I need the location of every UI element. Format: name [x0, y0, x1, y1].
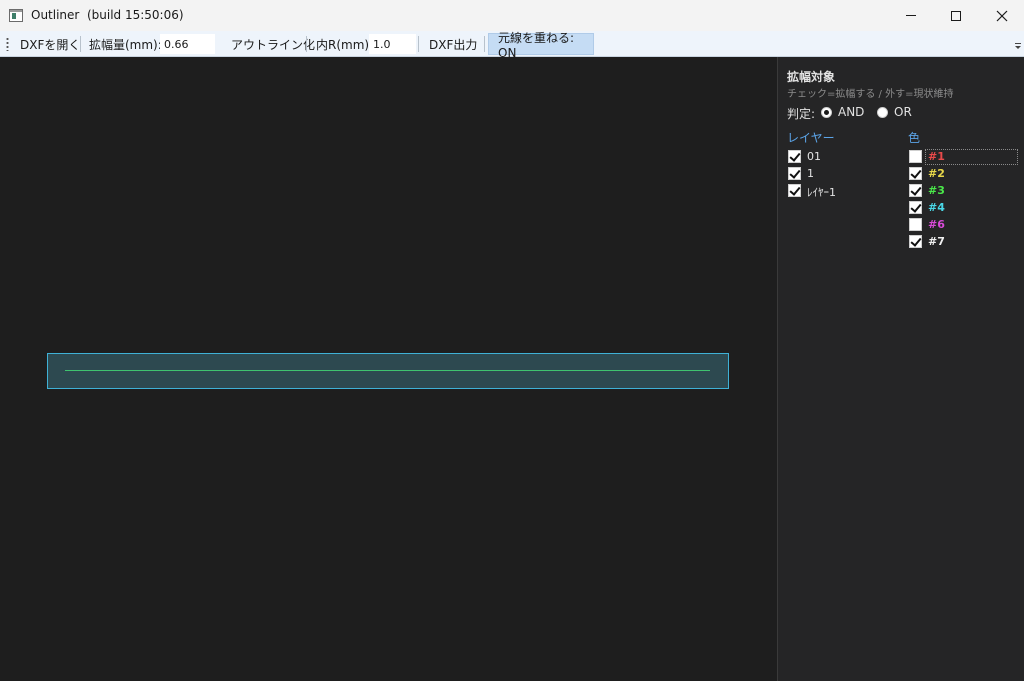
layer-checkbox-01[interactable] [788, 150, 801, 163]
drawing-canvas[interactable] [0, 57, 777, 681]
color-checkbox-7[interactable] [909, 235, 922, 248]
radio-and[interactable] [821, 107, 832, 118]
color-label-2[interactable]: #2 [928, 167, 945, 180]
color-checkbox-1[interactable] [909, 150, 922, 163]
close-button[interactable] [979, 0, 1024, 31]
judge-label: 判定: [787, 107, 816, 121]
inner-radius-input[interactable]: 1.0 [369, 34, 416, 54]
toolbar: DXFを開く 拡幅量(mm): 0.66 アウトライン化 内R(mm): 1.0… [0, 31, 1024, 60]
color-label-3[interactable]: #3 [928, 184, 945, 197]
panel-subtitle: チェック=拡幅する / 外す=現状維持 [787, 89, 954, 100]
layer-checkbox-layer1[interactable] [788, 184, 801, 197]
original-line[interactable] [65, 370, 710, 371]
expand-amount-input[interactable]: 0.66 [160, 34, 215, 54]
toolbar-separator [418, 36, 419, 52]
toolbar-grip[interactable] [6, 37, 9, 51]
open-dxf-button[interactable]: DXFを開く [20, 31, 80, 57]
color-label-7[interactable]: #7 [928, 235, 945, 248]
expand-amount-label: 拡幅量(mm): [89, 37, 162, 52]
color-label-6[interactable]: #6 [928, 218, 945, 231]
expand-target-panel: 拡幅対象 チェック=拡幅する / 外す=現状維持 判定: AND OR レイヤー… [777, 57, 1024, 681]
close-icon [996, 10, 1008, 21]
minimize-button[interactable] [888, 0, 934, 31]
title-bar: Outliner (build 15:50:06) [0, 0, 1024, 31]
layer-label-1[interactable]: 1 [807, 167, 814, 180]
radio-and-label[interactable]: AND [838, 105, 864, 119]
window-title: Outliner (build 15:50:06) [31, 8, 184, 22]
radio-or-label[interactable]: OR [894, 105, 912, 119]
maximize-icon [951, 10, 961, 21]
color-checkbox-6[interactable] [909, 218, 922, 231]
layer-label-layer1[interactable]: ﾚｲﾔｰ1 [807, 184, 836, 200]
outline-button[interactable]: アウトライン化 [231, 31, 315, 57]
color-label-4[interactable]: #4 [928, 201, 945, 214]
outline-shape[interactable] [47, 353, 729, 389]
maximize-button[interactable] [933, 0, 979, 31]
app-icon [9, 9, 23, 22]
inner-radius-label: 内R(mm): [316, 37, 374, 52]
radio-or[interactable] [877, 107, 888, 118]
layers-header: レイヤー [787, 131, 835, 145]
layer-label-01[interactable]: 01 [807, 150, 821, 163]
color-label-1[interactable]: #1 [928, 150, 945, 163]
toolbar-overflow-icon[interactable] [1015, 43, 1021, 53]
colors-header: 色 [908, 131, 921, 145]
toolbar-separator [80, 36, 81, 52]
overlay-original-toggle[interactable]: 元線を重ねる: ON [488, 31, 594, 60]
color-checkbox-3[interactable] [909, 184, 922, 197]
toolbar-separator [484, 36, 485, 52]
color-checkbox-2[interactable] [909, 167, 922, 180]
dxf-export-button[interactable]: DXF出力 [429, 31, 477, 57]
layer-checkbox-1[interactable] [788, 167, 801, 180]
color-checkbox-4[interactable] [909, 201, 922, 214]
panel-title: 拡幅対象 [787, 70, 836, 84]
minimize-icon [906, 15, 916, 16]
toolbar-separator [306, 36, 307, 52]
